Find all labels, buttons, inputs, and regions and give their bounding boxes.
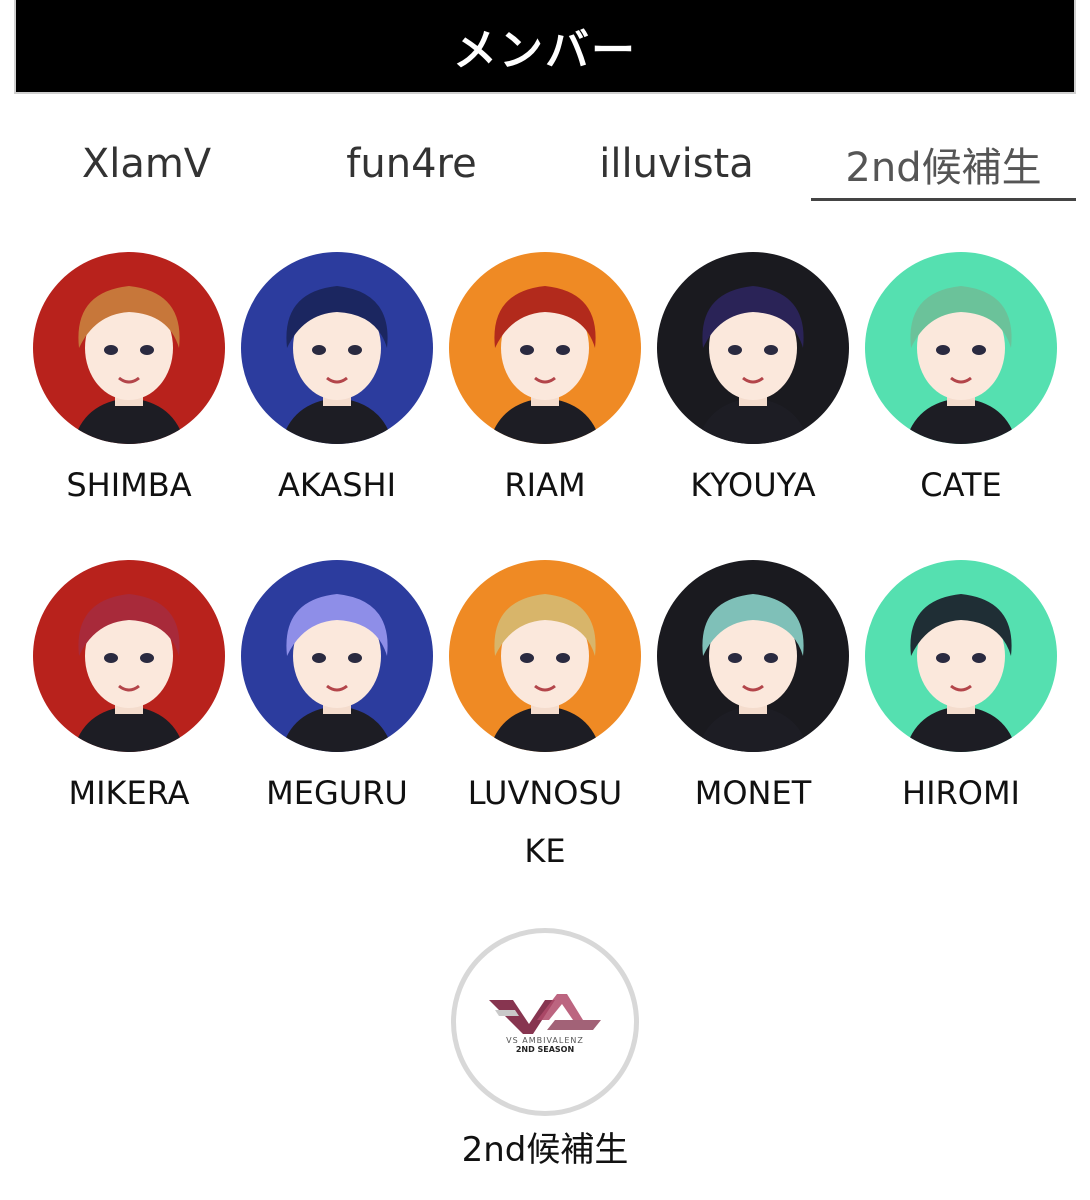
avatar-eye-left — [104, 345, 118, 355]
member-name: MONET — [694, 774, 812, 812]
member-name: SHIMBA — [66, 466, 192, 504]
avatar-eye-right — [972, 653, 986, 663]
logo-text: VS AMBIVALENZ — [506, 1036, 584, 1045]
member-card-shimba[interactable]: SHIMBA — [29, 252, 229, 514]
group-label: 2nd候補生 — [461, 1130, 629, 1170]
member-name: KYOUYA — [690, 466, 816, 504]
member-name: MEGURU — [266, 774, 408, 812]
page-title: メンバー — [453, 25, 637, 76]
tab-xlamv[interactable]: XlamV — [14, 130, 279, 198]
avatar-eye-right — [556, 345, 570, 355]
member-card-luvnosuke[interactable]: LUVNOSUKE — [445, 560, 645, 880]
portrait-illustration — [449, 252, 641, 444]
portrait-illustration — [657, 560, 849, 752]
avatar-eye-left — [936, 653, 950, 663]
member-card-monet[interactable]: MONET — [653, 560, 853, 822]
avatar-eye-right — [348, 653, 362, 663]
group-card-2nd-candidates[interactable]: VS AMBIVALENZ 2ND SEASON 2nd候補生 — [445, 928, 645, 1172]
vsa-logo-icon — [489, 994, 601, 1034]
avatar[interactable] — [449, 560, 641, 752]
avatar[interactable] — [241, 560, 433, 752]
avatar[interactable] — [33, 252, 225, 444]
member-name: RIAM — [504, 466, 586, 504]
logo-subtext: 2ND SEASON — [515, 1045, 575, 1054]
member-name: MIKERA — [68, 774, 190, 812]
member-card-hiromi[interactable]: HIROMI — [861, 560, 1061, 822]
avatar[interactable] — [657, 560, 849, 752]
avatar[interactable] — [241, 252, 433, 444]
avatar[interactable] — [865, 560, 1057, 752]
tab-2nd-candidates[interactable]: 2nd候補生 — [811, 130, 1076, 201]
avatar-eye-left — [728, 653, 742, 663]
tab-fun4re[interactable]: fun4re — [279, 130, 544, 198]
portrait-illustration — [657, 252, 849, 444]
group-tabs: XlamV fun4re illuvista 2nd候補生 — [14, 130, 1076, 202]
member-name: HIROMI — [902, 774, 1020, 812]
page-header: メンバー — [14, 0, 1076, 94]
avatar-eye-left — [104, 653, 118, 663]
avatar-eye-left — [312, 653, 326, 663]
member-card-meguru[interactable]: MEGURU — [237, 560, 437, 822]
avatar[interactable] — [33, 560, 225, 752]
portrait-illustration — [865, 252, 1057, 444]
portrait-illustration — [33, 252, 225, 444]
avatar-eye-right — [764, 345, 778, 355]
member-card-akashi[interactable]: AKASHI — [237, 252, 437, 514]
group-logo[interactable]: VS AMBIVALENZ 2ND SEASON — [451, 928, 639, 1116]
avatar-eye-right — [556, 653, 570, 663]
avatar-eye-left — [520, 653, 534, 663]
portrait-illustration — [241, 252, 433, 444]
member-card-mikera[interactable]: MIKERA — [29, 560, 229, 822]
portrait-illustration — [241, 560, 433, 752]
member-name: AKASHI — [277, 466, 396, 504]
tab-illuvista[interactable]: illuvista — [544, 130, 809, 198]
avatar-eye-left — [520, 345, 534, 355]
member-name: LUVNOSUKE — [467, 774, 623, 870]
portrait-illustration — [449, 560, 641, 752]
member-card-cate[interactable]: CATE — [861, 252, 1061, 514]
avatar-eye-right — [140, 345, 154, 355]
avatar-eye-left — [728, 345, 742, 355]
avatar-eye-left — [936, 345, 950, 355]
avatar-eye-right — [972, 345, 986, 355]
portrait-illustration — [33, 560, 225, 752]
avatar-eye-right — [348, 345, 362, 355]
avatar-eye-right — [764, 653, 778, 663]
avatar[interactable] — [449, 252, 641, 444]
member-name: CATE — [920, 466, 1002, 504]
avatar[interactable] — [657, 252, 849, 444]
member-card-kyouya[interactable]: KYOUYA — [653, 252, 853, 514]
avatar-eye-right — [140, 653, 154, 663]
avatar[interactable] — [865, 252, 1057, 444]
avatar-eye-left — [312, 345, 326, 355]
portrait-illustration — [865, 560, 1057, 752]
member-card-riam[interactable]: RIAM — [445, 252, 645, 514]
